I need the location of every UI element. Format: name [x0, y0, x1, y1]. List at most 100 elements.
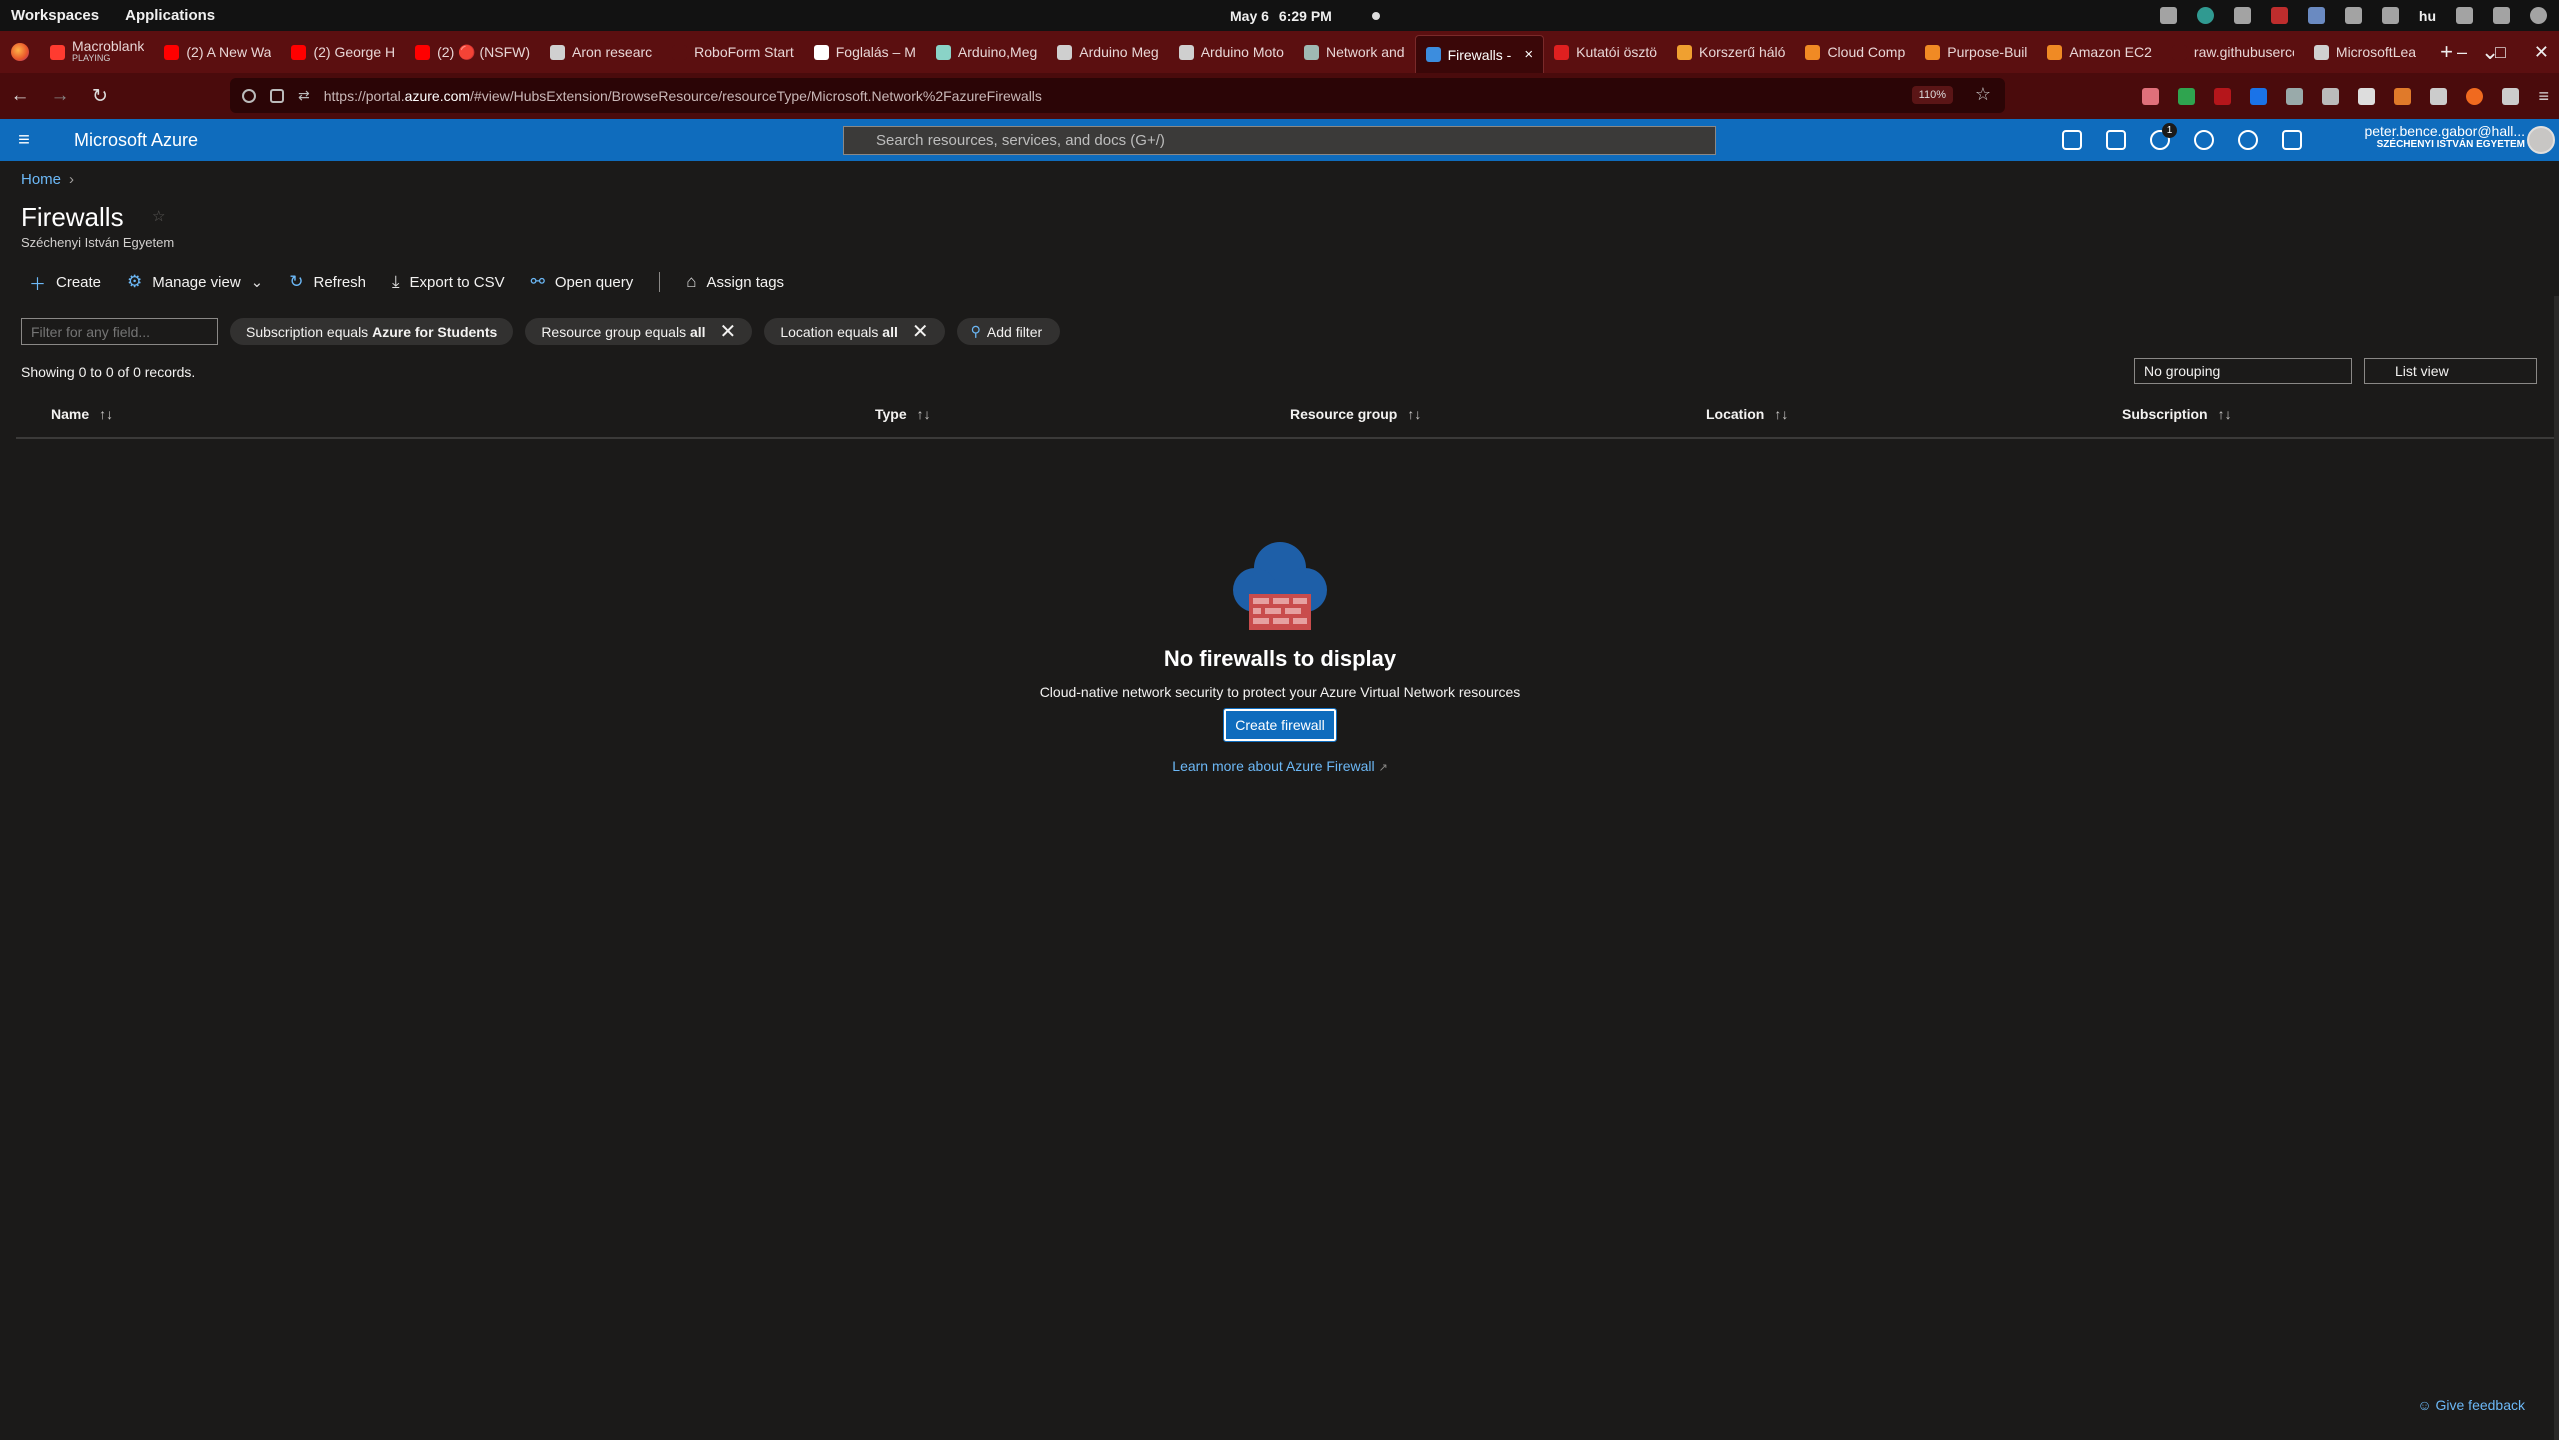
back-button[interactable]: ← [0, 85, 40, 107]
breadcrumb-home[interactable]: Home [21, 171, 61, 188]
tab-favicon-icon [50, 44, 65, 60]
feedback-person-icon: ☺ [2417, 1397, 2432, 1413]
tray-pen-icon[interactable] [2381, 7, 2399, 24]
zoom-level[interactable]: 110% [1911, 86, 1953, 104]
extensions-puzzle-icon[interactable] [2502, 87, 2520, 105]
view-dropdown[interactable]: List view [2364, 358, 2537, 384]
browser-tab[interactable]: Amazon EC2 [2037, 31, 2161, 73]
give-feedback-link[interactable]: ☺ Give feedback [2417, 1397, 2525, 1413]
assign-tags-button[interactable]: ⌂ Assign tags [686, 272, 784, 292]
minimize-button[interactable]: – [2457, 42, 2467, 63]
azure-brand[interactable]: Microsoft Azure [74, 130, 198, 151]
firefox-icon[interactable] [0, 31, 40, 73]
portal-menu-icon[interactable]: ≡ [0, 129, 48, 152]
global-search-input[interactable]: Search resources, services, and docs (G+… [843, 126, 1716, 155]
browser-tab[interactable]: Arduino Meg [1047, 31, 1168, 73]
extension-red-icon[interactable] [2214, 87, 2232, 105]
tray-tool-icon[interactable] [2344, 7, 2362, 24]
remove-filter-icon[interactable]: ✕ [720, 319, 737, 344]
clock-date: May 6 [1230, 7, 1269, 24]
extension-mask-icon[interactable] [2322, 87, 2340, 105]
subscription-filter-pill[interactable]: Subscription equals Azure for Students [230, 318, 514, 345]
metamask-icon[interactable] [2394, 87, 2412, 105]
discord-icon[interactable] [2233, 7, 2251, 24]
pin-icon[interactable]: ☆ [152, 207, 165, 225]
scrollbar[interactable] [2554, 296, 2559, 1440]
maximize-button[interactable]: □ [2495, 42, 2506, 63]
firewall-cloud-icon [1233, 542, 1327, 630]
forward-button[interactable]: → [40, 85, 80, 107]
browser-tab[interactable]: RoboForm Start [662, 31, 804, 73]
column-header-resource-group[interactable]: Resource group ↑↓ [1290, 406, 1421, 422]
shield-icon[interactable] [242, 88, 256, 103]
vscode-tray-icon[interactable] [2307, 7, 2325, 24]
create-firewall-button[interactable]: Create firewall [1223, 708, 1337, 742]
browser-tab[interactable]: Kutatói ösztö [1544, 31, 1667, 73]
grouping-dropdown[interactable]: No grouping [2134, 358, 2352, 384]
applications-menu[interactable]: Applications [125, 7, 215, 24]
extension-box-icon[interactable] [2430, 87, 2448, 105]
permissions-icon[interactable]: ⇄ [298, 87, 310, 104]
browser-tab[interactable]: Firewalls - × [1414, 35, 1545, 73]
location-filter-pill[interactable]: Location equals all ✕ [764, 318, 945, 345]
pocket-icon[interactable] [2142, 87, 2160, 105]
export-csv-button[interactable]: ⤓ Export to CSV [392, 272, 505, 292]
close-tab-icon[interactable]: × [1524, 46, 1533, 63]
help-icon[interactable] [2238, 130, 2258, 150]
create-button[interactable]: ＋ Create [29, 270, 101, 295]
account-menu[interactable]: peter.bence.gabor@hall... SZÉCHENYI ISTV… [2364, 123, 2525, 150]
browser-tab[interactable]: Cloud Comp [1795, 31, 1915, 73]
clock[interactable]: May 6 6:29 PM [1230, 0, 1380, 31]
resource-group-filter-pill[interactable]: Resource group equals all ✕ [525, 318, 753, 345]
power-icon[interactable] [2530, 7, 2547, 24]
directory-filter-icon[interactable] [2106, 130, 2126, 150]
browser-tab[interactable]: (2) 🔴 (NSFW) [405, 31, 540, 73]
tray-sync-icon[interactable] [2196, 7, 2214, 24]
manage-view-button[interactable]: ⚙ Manage view ⌄ [127, 272, 263, 292]
app-menu-icon[interactable]: ≡ [2538, 86, 2549, 107]
extension-screen-icon[interactable] [2358, 87, 2376, 105]
battery-icon[interactable] [2456, 7, 2473, 24]
browser-tab[interactable]: Macroblank PLAYING [40, 31, 154, 73]
add-filter-button[interactable]: ⚲ Add filter [956, 318, 1061, 345]
cloud-shell-icon[interactable] [2062, 130, 2082, 150]
bookmark-star-icon[interactable]: ☆ [1975, 84, 1991, 105]
remove-filter-icon[interactable]: ✕ [912, 319, 929, 344]
column-header-type[interactable]: Type ↑↓ [875, 406, 931, 422]
extension-s-icon[interactable] [2250, 87, 2268, 105]
browser-tab[interactable]: Foglalás – M [804, 31, 926, 73]
reload-button[interactable]: ↻ [80, 85, 120, 108]
settings-gear-icon[interactable] [2194, 130, 2214, 150]
extension-green-icon[interactable] [2178, 87, 2196, 105]
refresh-button[interactable]: ↻ Refresh [289, 272, 366, 292]
browser-tab[interactable]: Korszerű háló [1667, 31, 1795, 73]
browser-tab[interactable]: MicrosoftLea [2304, 31, 2426, 73]
address-bar[interactable]: ⇄ https://portal.azure.com/#view/HubsExt… [230, 78, 2005, 113]
lock-icon[interactable] [270, 88, 284, 103]
browser-tab[interactable]: Purpose-Buil [1915, 31, 2037, 73]
browser-tab[interactable]: Network and [1294, 31, 1415, 73]
keyboard-layout[interactable]: hu [2419, 8, 2436, 24]
avatar[interactable] [2527, 126, 2555, 154]
browser-tab[interactable]: Arduino,Meg [926, 31, 1047, 73]
tray-record-icon[interactable] [2270, 7, 2288, 24]
column-header-name[interactable]: Name ↑↓ [51, 406, 113, 422]
open-query-button[interactable]: ⚯ Open query [531, 272, 634, 292]
column-header-location[interactable]: Location ↑↓ [1706, 406, 1788, 422]
browser-tab[interactable]: Arduino Moto [1169, 31, 1294, 73]
brave-icon[interactable] [2466, 87, 2484, 105]
learn-more-link[interactable]: Learn more about Azure Firewall ↗ [1034, 758, 1526, 774]
browser-tab[interactable]: Aron researc [540, 31, 662, 73]
volume-icon[interactable] [2493, 7, 2510, 24]
tray-app-icon[interactable] [2159, 7, 2177, 24]
feedback-icon[interactable] [2282, 130, 2302, 150]
extension-cloud-icon[interactable] [2286, 87, 2304, 105]
browser-tab[interactable]: raw.githubuserco [2162, 31, 2304, 73]
column-header-subscription[interactable]: Subscription ↑↓ [2122, 406, 2232, 422]
workspaces-menu[interactable]: Workspaces [11, 7, 99, 24]
close-window-button[interactable]: ✕ [2534, 42, 2549, 63]
filter-input[interactable] [21, 318, 218, 345]
browser-tab[interactable]: (2) George H [281, 31, 405, 73]
notifications-bell-icon[interactable]: 1 [2150, 123, 2177, 150]
browser-tab[interactable]: (2) A New Wa [154, 31, 281, 73]
